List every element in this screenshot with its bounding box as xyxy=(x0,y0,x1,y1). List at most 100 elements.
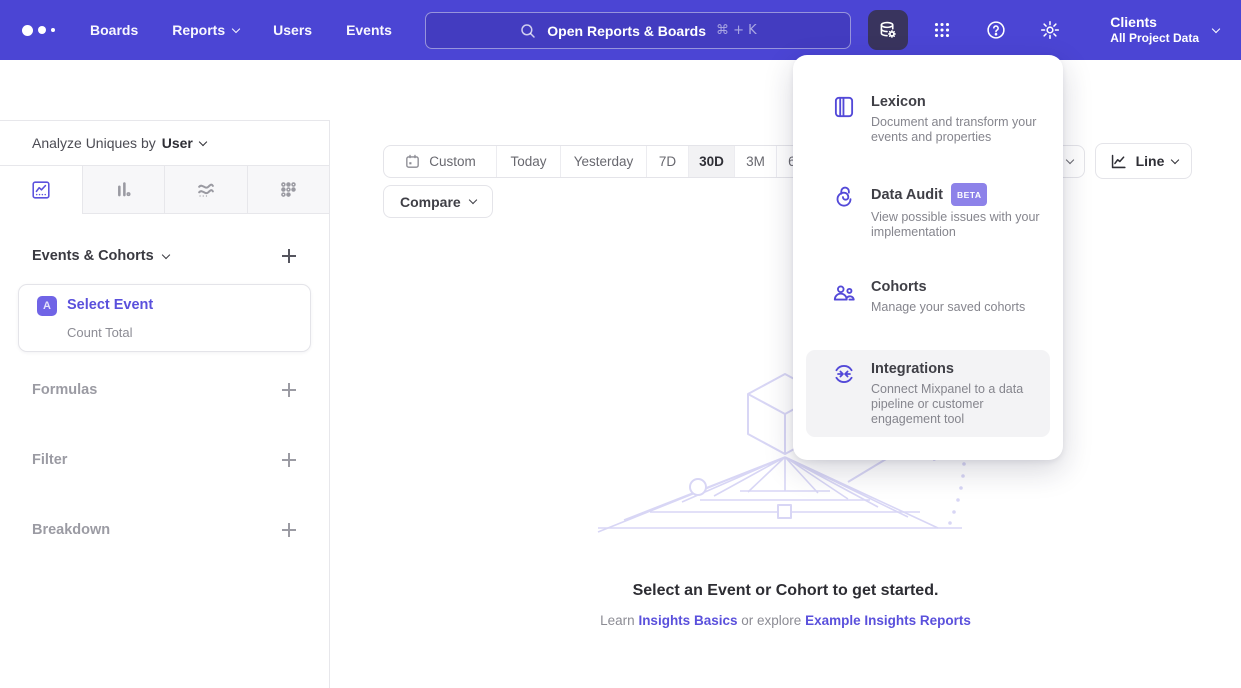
menu-item-description: Manage your saved cohorts xyxy=(871,300,1043,315)
mixpanel-logo-icon[interactable] xyxy=(22,25,56,36)
nav-item-label: Reports xyxy=(172,22,225,38)
formulas-label: Formulas xyxy=(32,382,97,398)
date-range-today[interactable]: Today xyxy=(496,146,560,177)
data-audit-icon xyxy=(831,184,857,210)
chevron-down-icon xyxy=(468,196,476,204)
line-chart-icon xyxy=(1109,152,1128,171)
chevron-down-icon xyxy=(1171,155,1179,163)
menu-item-title: Integrations xyxy=(871,360,954,378)
project-name: All Project Data xyxy=(1110,31,1199,46)
tab-insights-line[interactable] xyxy=(0,166,82,214)
menu-item-integrations[interactable]: Integrations Connect Mixpanel to a data … xyxy=(806,350,1050,437)
chart-type-tabs xyxy=(0,166,329,214)
org-name: Clients xyxy=(1110,14,1199,31)
menu-item-description: Connect Mixpanel to a data pipeline or c… xyxy=(871,382,1043,427)
chart-type-dropdown[interactable]: Line xyxy=(1095,143,1192,179)
nav-item-reports[interactable]: Reports xyxy=(172,22,239,38)
search-placeholder: Open Reports & Boards xyxy=(547,23,706,39)
filter-label: Filter xyxy=(32,452,67,468)
date-range-yesterday[interactable]: Yesterday xyxy=(560,146,646,177)
insights-basics-link[interactable]: Insights Basics xyxy=(638,613,737,628)
menu-item-description: Document and transform your events and p… xyxy=(871,115,1043,145)
menu-item-title: Cohorts xyxy=(871,278,927,296)
apps-grid-button[interactable] xyxy=(922,10,962,50)
query-sidebar: Analyze Uniques by User xyxy=(0,120,330,688)
learn-text: Learn xyxy=(600,613,635,628)
breakdown-label: Breakdown xyxy=(32,522,110,538)
nav-item-label: Events xyxy=(346,22,392,38)
chevron-down-icon xyxy=(199,137,207,145)
date-range-label: 30D xyxy=(699,154,724,169)
tab-bar-chart[interactable] xyxy=(82,166,165,214)
cohorts-people-icon xyxy=(831,279,857,305)
analyze-by-value: User xyxy=(162,135,193,151)
series-badge: A xyxy=(37,296,57,316)
count-total-label[interactable]: Count Total xyxy=(67,325,133,340)
integrations-sync-icon xyxy=(831,361,857,387)
analyze-label: Analyze Uniques by xyxy=(32,135,156,151)
grid-dots-icon xyxy=(931,19,953,41)
menu-item-title: Lexicon xyxy=(871,93,926,111)
add-formula-button[interactable] xyxy=(281,382,297,398)
date-range-label: Today xyxy=(510,154,546,169)
tab-stacked-chart[interactable] xyxy=(164,166,247,214)
empty-state-links: Learn Insights Basics or explore Example… xyxy=(330,613,1241,628)
search-icon xyxy=(519,22,537,40)
beta-badge: BETA xyxy=(951,183,988,206)
chevron-down-icon xyxy=(232,24,240,32)
date-range-label: 3M xyxy=(746,154,765,169)
events-cohorts-header[interactable]: Events & Cohorts xyxy=(32,248,169,264)
chevron-down-icon xyxy=(1065,156,1073,164)
nav-item-users[interactable]: Users xyxy=(273,22,312,38)
help-button[interactable] xyxy=(976,10,1016,50)
date-range-label: Yesterday xyxy=(574,154,634,169)
data-management-button[interactable] xyxy=(868,10,908,50)
example-reports-link[interactable]: Example Insights Reports xyxy=(805,613,971,628)
add-filter-button[interactable] xyxy=(281,452,297,468)
menu-item-data-audit[interactable]: Data Audit BETA View possible issues wit… xyxy=(806,173,1050,250)
nav-item-label: Users xyxy=(273,22,312,38)
search-shortcut: ⌘ + K xyxy=(716,23,757,38)
filter-header: Filter xyxy=(32,452,67,468)
formulas-header: Formulas xyxy=(32,382,97,398)
menu-item-cohorts[interactable]: Cohorts Manage your saved cohorts xyxy=(806,268,1050,325)
breakdown-header: Breakdown xyxy=(32,522,110,538)
date-range-label: 7D xyxy=(659,154,676,169)
empty-state-title: Select an Event or Cohort to get started… xyxy=(330,582,1241,600)
nav-item-events[interactable]: Events xyxy=(346,22,392,38)
add-breakdown-button[interactable] xyxy=(281,522,297,538)
project-selector[interactable]: Clients All Project Data xyxy=(1110,14,1219,46)
chart-type-label: Line xyxy=(1136,153,1165,169)
global-search-input[interactable]: Open Reports & Boards ⌘ + K xyxy=(425,12,851,49)
question-circle-icon xyxy=(985,19,1007,41)
data-management-menu: Lexicon Document and transform your even… xyxy=(793,55,1063,460)
settings-button[interactable] xyxy=(1030,10,1070,50)
gear-icon xyxy=(1039,19,1061,41)
chevron-down-icon xyxy=(1212,24,1220,32)
top-nav: Boards Reports Users Events Open Reports… xyxy=(0,0,1241,60)
analyze-by-dropdown[interactable]: User xyxy=(162,135,206,151)
line-chart-framed-icon xyxy=(30,179,52,201)
menu-item-description: View possible issues with your implement… xyxy=(871,210,1043,240)
nav-item-boards[interactable]: Boards xyxy=(90,22,138,38)
lexicon-book-icon xyxy=(831,94,857,120)
add-event-button[interactable] xyxy=(281,248,297,264)
explore-text: or explore xyxy=(741,613,801,628)
tab-metric-grid[interactable] xyxy=(247,166,330,214)
select-event-card[interactable]: A Select Event Count Total xyxy=(18,284,311,352)
bar-chart-icon xyxy=(112,179,134,201)
compare-dropdown[interactable]: Compare xyxy=(383,185,493,218)
date-range-label: Custom xyxy=(429,154,476,169)
date-range-30d[interactable]: 30D xyxy=(688,146,734,177)
date-range-7d[interactable]: 7D xyxy=(646,146,688,177)
date-range-custom[interactable]: Custom xyxy=(384,146,496,177)
select-event-label[interactable]: Select Event xyxy=(67,297,153,313)
dots-grid-icon xyxy=(277,179,299,201)
menu-item-lexicon[interactable]: Lexicon Document and transform your even… xyxy=(806,83,1050,155)
database-gear-icon xyxy=(877,19,899,41)
date-range-3m[interactable]: 3M xyxy=(734,146,776,177)
stream-chart-icon xyxy=(195,179,217,201)
nav-item-label: Boards xyxy=(90,22,138,38)
calendar-icon xyxy=(404,153,421,170)
chevron-down-icon xyxy=(161,250,169,258)
